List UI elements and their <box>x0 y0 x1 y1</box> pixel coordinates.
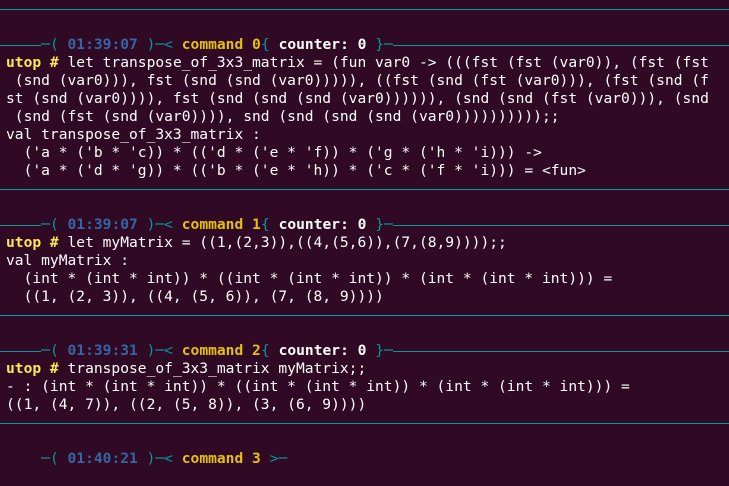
status-command: command 3 <box>181 450 261 467</box>
input-text: transpose_of_3x3_matrix myMatrix;; <box>58 360 367 377</box>
status-bar: ─( 01:39:07 )─< command 0 >─ <box>0 0 729 53</box>
counter-close: }─ <box>366 342 393 359</box>
input-line: utop # transpose_of_3x3_matrix myMatrix;… <box>6 360 729 378</box>
status-rule <box>0 315 729 316</box>
output-line: (int * (int * int)) * ((int * (int * int… <box>6 270 613 287</box>
terminal-output[interactable]: ─( 01:39:07 )─< command 0 >─ { counter: … <box>0 0 729 467</box>
status-time: 01:40:21 <box>67 450 138 467</box>
status-rule <box>0 9 729 10</box>
counter-close: }─ <box>366 216 393 233</box>
status-command: command 2 <box>181 342 261 359</box>
status-open: ─( <box>41 342 68 359</box>
status-open: ─( <box>41 36 68 53</box>
status-close: >─ <box>260 450 288 467</box>
counter-open: { <box>261 216 279 233</box>
counter-open: { <box>261 36 279 53</box>
status-bar: ─( 01:39:31 )─< command 2 >─ <box>0 306 729 359</box>
input-text: let myMatrix = ((1,(2,3)),((4,(5,6)),(7,… <box>58 234 507 251</box>
counter-text: counter: 0 <box>278 342 367 359</box>
counter-close: }─ <box>366 36 393 53</box>
status-time: 01:39:31 <box>67 342 138 359</box>
output-line: ((1, (2, 3)), ((4, (5, 6)), (7, (8, 9)))… <box>6 288 384 305</box>
output-line: ('a * ('d * 'g)) * (('b * ('e * 'h)) * (… <box>6 162 586 179</box>
status-command: command 0 <box>181 36 261 53</box>
counter-text: counter: 0 <box>278 216 367 233</box>
counter-open: { <box>261 342 279 359</box>
output-line: val myMatrix : <box>6 252 130 269</box>
output-line: ((1, (4, 7)), ((2, (5, 8)), (3, (6, 9)))… <box>6 396 367 413</box>
status-time: 01:39:07 <box>67 36 138 53</box>
input-line: (snd (var0))), fst (snd (snd (var0))))),… <box>6 72 709 89</box>
counter-text: counter: 0 <box>278 36 367 53</box>
status-rule <box>0 423 729 424</box>
input-line: (snd (fst (snd (var0)))), snd (snd (snd … <box>6 108 560 125</box>
status-command: command 1 <box>181 216 261 233</box>
status-time: 01:39:07 <box>67 216 138 233</box>
output-line: val transpose_of_3x3_matrix : <box>6 126 261 143</box>
output-line: - : (int * (int * int)) * ((int * (int *… <box>6 378 630 395</box>
status-mid: )─< <box>137 450 182 467</box>
input-line: utop # let myMatrix = ((1,(2,3)),((4,(5,… <box>6 234 729 252</box>
status-mid: )─< <box>137 216 182 233</box>
status-mid: )─< <box>137 342 182 359</box>
status-rule <box>0 189 729 190</box>
input-text: let transpose_of_3x3_matrix = (fun var0 … <box>58 54 709 71</box>
status-bar: ─( 01:39:07 )─< command 1 >─ <box>0 180 729 233</box>
output-line: ('a * ('b * 'c)) * (('d * ('e * 'f)) * (… <box>6 144 542 161</box>
status-open: ─( <box>41 450 68 467</box>
status-open: ─( <box>41 216 68 233</box>
input-line: utop # let transpose_of_3x3_matrix = (fu… <box>6 54 729 72</box>
status-bar: ─( 01:40:21 )─< command 3 >─ <box>0 414 729 467</box>
status-mid: )─< <box>137 36 182 53</box>
input-line: st (snd (var0)))), fst (snd (snd (snd (v… <box>6 90 709 107</box>
